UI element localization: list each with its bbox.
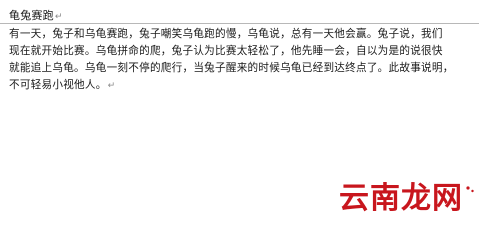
text-line-4: 不可轻易小视他人。↵ (9, 77, 477, 95)
document-page[interactable]: 龟兔赛跑↵ 有一天，兔子和乌龟赛跑，兔子嘲笑乌龟跑的慢，乌龟说，总有一天他会赢。… (0, 0, 486, 228)
text-line-3: 就能追上乌龟。乌龟一刻不停的爬行，当兔子醒来的时候乌龟已经到达终点了。此故事说明… (9, 62, 454, 74)
text-line-1: 有一天，兔子和乌龟赛跑，兔子嘲笑乌龟跑的慢，乌龟说，总有一天他会赢。兔子说，我们 (9, 28, 443, 40)
watermark-logo: 云南龙网 (339, 183, 475, 215)
document-body[interactable]: 有一天，兔子和乌龟赛跑，兔子嘲笑乌龟跑的慢，乌龟说，总有一天他会赢。兔子说，我们… (9, 26, 477, 95)
text-line-4-content: 不可轻易小视他人。 (9, 79, 107, 91)
paragraph-mark-icon: ↵ (54, 12, 63, 22)
watermark-dots-icon (466, 186, 474, 193)
text-line-2: 现在就开始比赛。乌龟拼命的爬，兔子认为比赛太轻松了，他先睡一会，自以为是的说很快 (9, 45, 443, 57)
document-title-line: 龟兔赛跑↵ (0, 9, 479, 24)
watermark-text: 云南龙网 (339, 181, 463, 216)
title-divider (0, 23, 479, 24)
paragraph-mark-icon: ↵ (107, 81, 116, 91)
document-title: 龟兔赛跑 (9, 9, 54, 22)
